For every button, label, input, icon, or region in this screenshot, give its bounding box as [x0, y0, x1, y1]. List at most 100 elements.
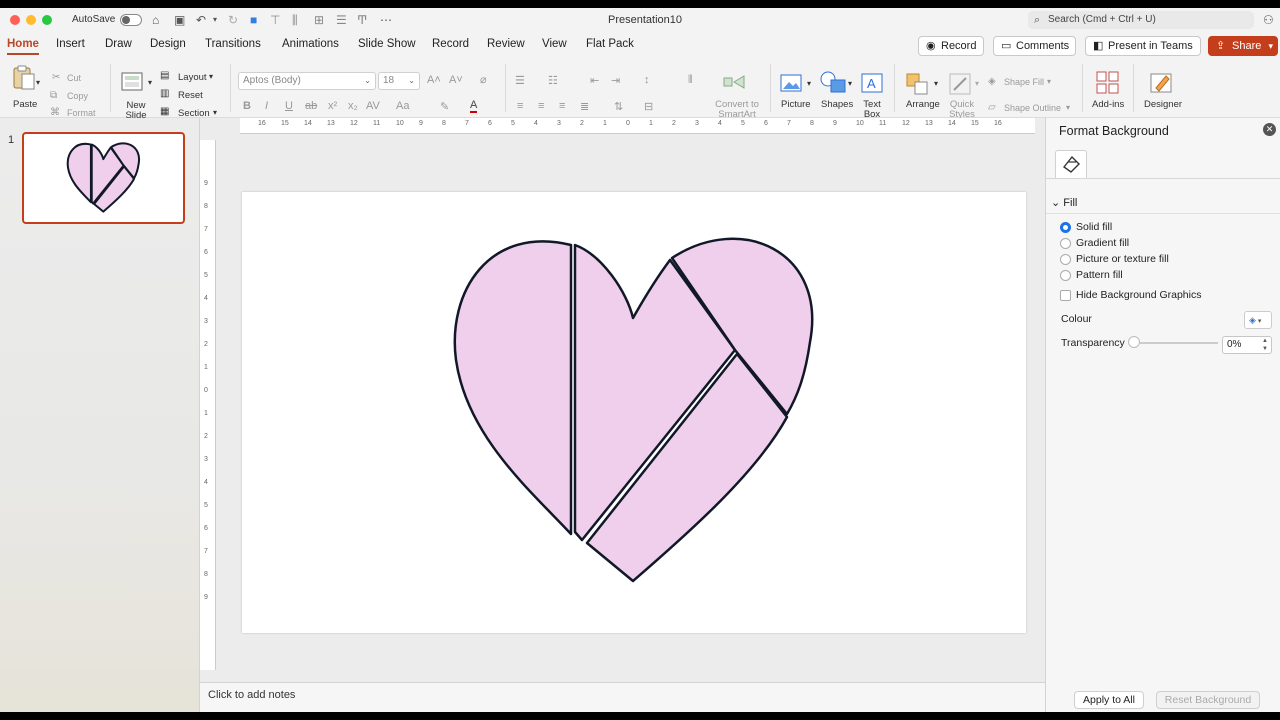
smartart-icon[interactable] — [722, 72, 748, 95]
line-spacing-icon[interactable]: ↕ — [644, 74, 650, 86]
section-dropdown-icon[interactable]: ▾ — [213, 108, 217, 117]
transparency-slider-track[interactable] — [1134, 342, 1218, 344]
add-ins-icon[interactable] — [1095, 70, 1121, 99]
autosave-toggle[interactable] — [120, 14, 142, 26]
shape-outline-label[interactable]: Shape Outline — [1004, 103, 1061, 113]
slide-canvas[interactable] — [242, 192, 1026, 633]
save-icon[interactable]: ▣ — [174, 13, 185, 27]
justify-icon[interactable]: ≣ — [580, 100, 589, 113]
shapes-icon[interactable] — [819, 70, 849, 97]
stepper-icon[interactable]: ▲ ▼ — [1262, 337, 1268, 353]
comments-button[interactable]: ▭ Comments — [993, 36, 1076, 56]
hide-bg-graphics-label[interactable]: Hide Background Graphics — [1076, 289, 1201, 301]
quick-styles-dropdown-icon[interactable]: ▾ — [975, 79, 979, 88]
align-middle-icon[interactable]: ⊞ — [314, 13, 324, 27]
gradient-fill-radio[interactable] — [1060, 238, 1071, 249]
close-icon[interactable]: ✕ — [1263, 123, 1276, 136]
close-window-button[interactable] — [10, 15, 20, 25]
highlight-icon[interactable]: ✎ — [440, 100, 449, 113]
heart-left-piece[interactable] — [453, 240, 573, 536]
decrease-indent-icon[interactable]: ⇤ — [590, 74, 599, 87]
align-center-icon[interactable]: ⊤ — [270, 13, 280, 27]
redo-icon[interactable]: ↻ — [228, 13, 238, 27]
picture-icon[interactable] — [779, 72, 805, 97]
home-icon[interactable]: ⌂ — [152, 13, 159, 27]
tab-animations[interactable]: Animations — [282, 38, 339, 50]
cut-icon[interactable]: ✂ — [52, 72, 60, 83]
new-slide-icon[interactable] — [120, 70, 146, 97]
new-slide-dropdown-icon[interactable]: ▾ — [148, 78, 152, 87]
distribute-icon[interactable]: ⫼ — [292, 13, 298, 27]
align-text-icon[interactable]: ⊟ — [644, 100, 653, 113]
designer-icon[interactable] — [1148, 70, 1176, 99]
tab-insert[interactable]: Insert — [56, 38, 85, 50]
arrange-icon[interactable] — [905, 72, 931, 99]
tab-review[interactable]: Review — [487, 38, 525, 50]
colour-picker-button[interactable]: ◈ ▾ — [1244, 311, 1272, 329]
gradient-fill-label[interactable]: Gradient fill — [1076, 237, 1129, 249]
clear-format-icon[interactable]: ⌀ — [480, 73, 487, 86]
change-case-icon[interactable]: Aa — [396, 100, 409, 112]
align-right-icon[interactable]: ≡ — [559, 100, 565, 112]
font-size-dropdown[interactable]: 18 ⌄ — [378, 72, 420, 90]
pattern-fill-radio[interactable] — [1060, 270, 1071, 281]
solid-fill-radio[interactable] — [1060, 222, 1071, 233]
reset-background-button[interactable]: Reset Background — [1156, 691, 1260, 709]
record-button[interactable]: ◉ Record — [918, 36, 984, 56]
pattern-fill-label[interactable]: Pattern fill — [1076, 269, 1123, 281]
subscript-icon[interactable]: x₂ — [348, 100, 358, 112]
paste-icon[interactable] — [11, 64, 37, 95]
tab-home[interactable]: Home — [7, 38, 39, 55]
tab-view[interactable]: View — [542, 38, 567, 50]
fill-tab[interactable] — [1055, 150, 1087, 178]
arrange-dropdown-icon[interactable]: ▾ — [934, 79, 938, 88]
tab-flat-pack[interactable]: Flat Pack — [586, 38, 634, 50]
font-color-icon[interactable]: A — [470, 100, 478, 113]
tab-transitions[interactable]: Transitions — [205, 38, 261, 50]
text-direction-ribbon-icon[interactable]: ⇅ — [614, 100, 623, 113]
quick-styles-icon[interactable] — [948, 72, 974, 99]
hide-bg-graphics-checkbox[interactable] — [1060, 290, 1071, 301]
shape-fill-label[interactable]: Shape Fill — [1004, 77, 1044, 87]
copy-label[interactable]: Copy — [67, 91, 88, 101]
shape-outline-icon[interactable]: ▱ — [988, 102, 996, 113]
char-spacing-icon[interactable]: AV — [366, 100, 380, 112]
shape-outline-dropdown-icon[interactable]: ▾ — [1066, 103, 1070, 112]
notes-area[interactable]: Click to add notes — [200, 682, 1045, 712]
superscript-icon[interactable]: x² — [328, 100, 337, 112]
picture-dropdown-icon[interactable]: ▾ — [807, 79, 811, 88]
font-name-dropdown[interactable]: Aptos (Body) ⌄ — [238, 72, 376, 90]
maximize-window-button[interactable] — [42, 15, 52, 25]
numbering-icon[interactable]: ☷ — [548, 74, 558, 87]
columns-icon[interactable]: ⫴ — [688, 74, 693, 87]
bullets-icon[interactable]: ☰ — [515, 74, 525, 87]
apply-to-all-button[interactable]: Apply to All — [1074, 691, 1144, 709]
picture-fill-label[interactable]: Picture or texture fill — [1076, 253, 1169, 265]
align-stack-icon[interactable]: ☰ — [336, 13, 347, 27]
undo-icon[interactable]: ↶ — [196, 13, 206, 27]
paste-dropdown-icon[interactable]: ▾ — [36, 78, 40, 87]
section-icon[interactable]: ▦ — [160, 106, 169, 117]
minimize-window-button[interactable] — [26, 15, 36, 25]
search-input[interactable]: ⌕ Search (Cmd + Ctrl + U) — [1028, 11, 1254, 29]
align-left-icon[interactable]: ≡ — [517, 100, 523, 112]
text-direction-icon[interactable]: Ͳ — [357, 13, 367, 27]
format-painter-icon[interactable]: ⌘ — [50, 107, 60, 118]
shape-square-icon[interactable]: ■ — [250, 13, 257, 27]
reset-icon[interactable]: ▥ — [160, 88, 169, 99]
shapes-dropdown-icon[interactable]: ▾ — [848, 79, 852, 88]
fill-section-header[interactable]: ⌄ Fill — [1051, 196, 1077, 209]
slide-thumbnail-1[interactable] — [22, 132, 185, 224]
reset-label[interactable]: Reset — [178, 90, 203, 101]
tab-record[interactable]: Record — [432, 38, 469, 50]
tab-slide-show[interactable]: Slide Show — [358, 38, 416, 50]
layout-label[interactable]: Layout — [178, 72, 207, 83]
transparency-input[interactable]: 0% ▲ ▼ — [1222, 336, 1272, 354]
align-center-text-icon[interactable]: ≡ — [538, 100, 544, 112]
text-box-icon[interactable]: A — [860, 72, 884, 97]
copy-icon[interactable]: ⧉ — [50, 90, 57, 101]
italic-icon[interactable]: I — [265, 100, 268, 112]
bold-icon[interactable]: B — [243, 100, 251, 112]
tab-design[interactable]: Design — [150, 38, 186, 50]
shape-fill-dropdown-icon[interactable]: ▾ — [1047, 77, 1051, 86]
